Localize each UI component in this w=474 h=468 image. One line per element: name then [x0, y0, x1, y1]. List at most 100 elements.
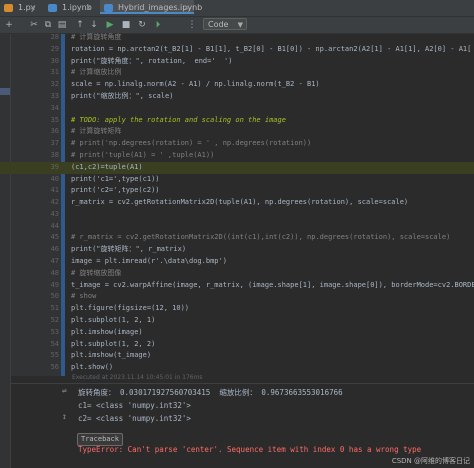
code-line: 36 # 计算旋转矩阵: [0, 126, 474, 138]
code-text: (c1,c2)=tuple(A1): [71, 162, 143, 171]
paste-icon[interactable]: ▤: [56, 18, 68, 32]
code-line: 38 # print('tuple(A1) = ' ,tuple(A1)): [0, 150, 474, 162]
line-number: 29: [50, 44, 59, 53]
code-line: 30 print("旋转角度：", rotation, end=' '): [0, 56, 474, 68]
code-line: 56 plt.show(): [0, 362, 474, 374]
line-number: 34: [50, 103, 59, 112]
code-line: 47 image = plt.imread(r'.\data\dog.bmp'): [0, 256, 474, 268]
code-line: 46 print("旋转矩阵：", r_matrix): [0, 244, 474, 256]
code-text: print('c2=',type(c2)): [71, 186, 160, 195]
line-number: 39: [50, 162, 59, 171]
line-number: 45: [50, 233, 59, 242]
execution-info: Executed at 2023.11.14 10:45:01 in 176ms: [72, 374, 203, 381]
output-toggle-icon[interactable]: ⇌: [62, 386, 67, 395]
code-line: 37 # print('np.degrees(rotation) = ' , np…: [0, 138, 474, 150]
code-line: 54 plt.subplot(1, 2, 2): [0, 339, 474, 351]
line-number: 56: [50, 363, 59, 372]
line-number: 51: [50, 304, 59, 313]
code-text: plt.figure(figsize=(12, 10)): [71, 304, 190, 313]
run-all-icon[interactable]: ⏵: [152, 18, 164, 32]
line-number: 50: [50, 292, 59, 301]
code-text: # 计算旋转角度: [71, 33, 122, 41]
tab-1-ipynb[interactable]: 1.ipynb ×: [44, 0, 96, 16]
copy-icon[interactable]: ⧉: [42, 18, 54, 32]
code-text: plt.imshow(t_image): [71, 351, 152, 360]
restart-kernel-icon[interactable]: ↻: [136, 18, 148, 32]
code-line: 49 t_image = cv2.warpAffine(image, r_matr…: [0, 280, 474, 292]
output-line: c2= <class 'numpy.int32'>: [78, 414, 191, 423]
code-line: 32 scale = np.linalg.norm(A2 - A1) / np.l…: [0, 79, 474, 91]
code-line: 34: [0, 103, 474, 115]
run-cell-icon[interactable]: ▶: [104, 18, 116, 32]
code-line: 53 plt.imshow(image): [0, 327, 474, 339]
close-icon[interactable]: ×: [29, 0, 36, 16]
line-number: 30: [50, 56, 59, 65]
line-number: 40: [50, 174, 59, 183]
code-line: 51 plt.figure(figsize=(12, 10)): [0, 303, 474, 315]
stop-icon[interactable]: ■: [120, 18, 132, 32]
add-cell-icon[interactable]: +: [3, 18, 15, 32]
line-number: 28: [50, 33, 59, 41]
line-number: 38: [50, 150, 59, 159]
tab-hybrid-images[interactable]: Hybrid_images.ipynb ×: [100, 0, 202, 16]
code-line: 52 plt.subplot(1, 2, 1): [0, 315, 474, 327]
line-number: 33: [50, 91, 59, 100]
line-number: 37: [50, 139, 59, 148]
code-line: 35 # TODO: apply the rotation and scaling…: [0, 115, 474, 127]
code-text: scale = np.linalg.norm(A2 - A1) / np.lin…: [71, 80, 320, 89]
code-line: 42 r_matrix = cv2.getRotationMatrix2D(tup…: [0, 197, 474, 209]
code-line: 41 print('c2=',type(c2)): [0, 185, 474, 197]
code-line: 29 rotation = np.arctan2(t_B2[1] - B1[1],…: [0, 44, 474, 56]
error-message: TypeError: Can't parse 'center'. Sequenc…: [78, 445, 422, 454]
line-number: 53: [50, 327, 59, 336]
close-icon[interactable]: ×: [85, 0, 92, 16]
cut-icon[interactable]: ✂: [28, 18, 40, 32]
code-text: print("旋转角度：", rotation, end=' '): [71, 56, 233, 65]
line-number: 35: [50, 115, 59, 124]
code-line: 48 # 旋转缩放图像: [0, 268, 474, 280]
tab-1-py[interactable]: 1.py ×: [0, 0, 40, 16]
line-number: 36: [50, 127, 59, 136]
chevron-down-icon: ▼: [237, 21, 243, 29]
line-number: 31: [50, 68, 59, 77]
notebook-file-icon: [104, 4, 113, 12]
line-number: 52: [50, 316, 59, 325]
code-text: print('c1=',type(c1)): [71, 174, 160, 183]
cell-type-select[interactable]: Code ▼: [203, 18, 247, 30]
output-line: 旋转角度： 0.030171927560703415 缩放比例： 0.96736…: [78, 388, 343, 397]
editor-tab-bar: 1.py × 1.ipynb × Hybrid_images.ipynb ×: [0, 0, 474, 17]
code-line: 50 # show: [0, 291, 474, 303]
line-number: 47: [50, 257, 59, 266]
line-number: 46: [50, 245, 59, 254]
more-icon[interactable]: ⋮: [186, 18, 198, 32]
code-line: 33 print("缩放比例：", scale): [0, 91, 474, 103]
code-text: plt.imshow(image): [71, 327, 143, 336]
code-text: plt.subplot(1, 2, 1): [71, 316, 156, 325]
code-text: # show: [71, 292, 97, 301]
line-number: 54: [50, 339, 59, 348]
output-scroll-icon[interactable]: ↧: [62, 412, 67, 421]
cell-type-value: Code: [208, 20, 229, 29]
move-down-icon[interactable]: ↓: [88, 18, 100, 32]
code-line: 45 # r_matrix = cv2.getRotationMatrix2D((…: [0, 232, 474, 244]
code-line: 31 # 计算缩放比例: [0, 67, 474, 79]
code-text: rotation = np.arctan2(t_B2[1] - B1[1], t…: [71, 44, 472, 53]
code-text: # 计算旋转矩阵: [71, 127, 122, 136]
line-number: 32: [50, 80, 59, 89]
watermark: CSDN @阿维的博客日记: [391, 457, 470, 465]
notebook-file-icon: [48, 4, 57, 12]
code-line: 43: [0, 209, 474, 221]
line-number: 41: [50, 186, 59, 195]
code-text: print("缩放比例：", scale): [71, 91, 174, 100]
python-file-icon: [4, 4, 13, 12]
code-text: plt.subplot(1, 2, 2): [71, 339, 156, 348]
line-number: 55: [50, 351, 59, 360]
line-number: 49: [50, 280, 59, 289]
code-line: 55 plt.imshow(t_image): [0, 350, 474, 362]
code-text: # 计算缩放比例: [71, 68, 122, 77]
close-icon[interactable]: ×: [183, 0, 190, 16]
output-line: c1= <class 'numpy.int32'>: [78, 401, 191, 410]
move-up-icon[interactable]: ↑: [74, 18, 86, 32]
code-text: r_matrix = cv2.getRotationMatrix2D(tuple…: [71, 198, 409, 207]
code-text: # 旋转缩放图像: [71, 268, 122, 277]
